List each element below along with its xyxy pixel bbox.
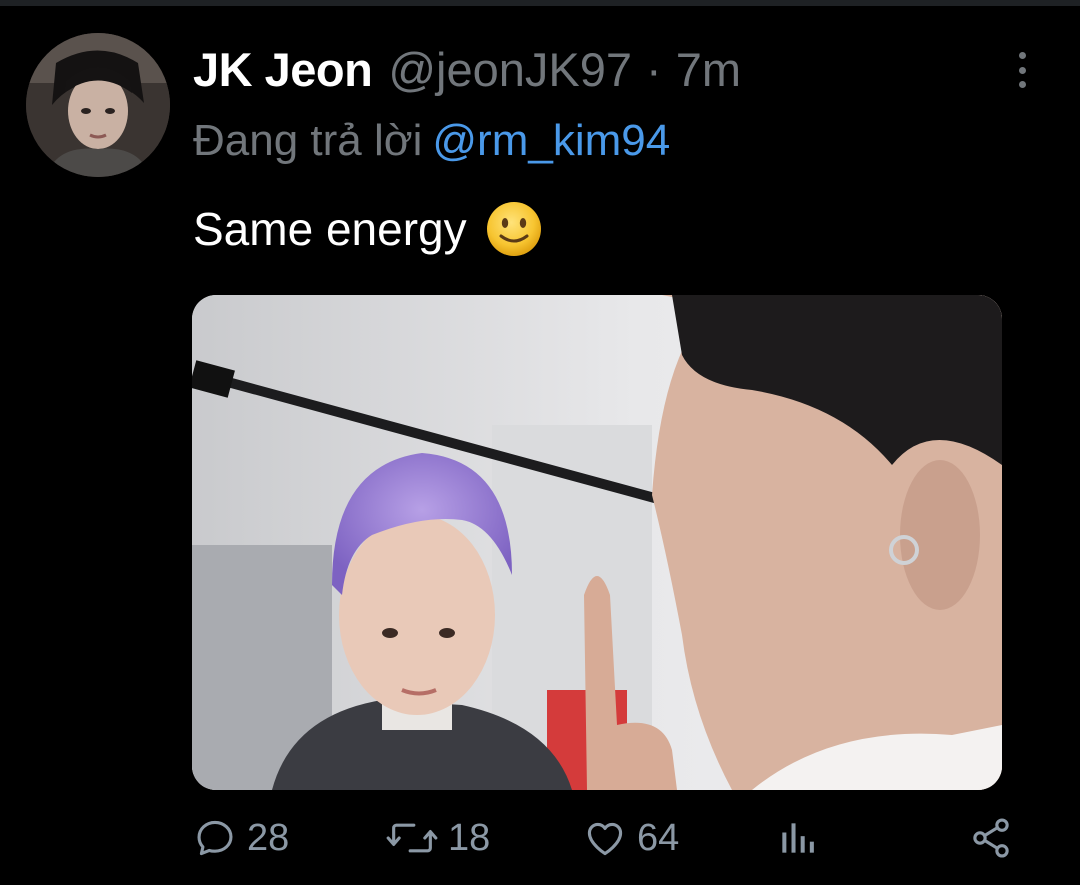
like-button[interactable]: 64 xyxy=(583,812,679,864)
more-options-button[interactable] xyxy=(1006,50,1038,90)
avatar-image xyxy=(26,33,170,177)
share-button[interactable] xyxy=(969,812,1013,864)
heart-icon xyxy=(587,822,623,856)
user-handle[interactable]: @jeonJK97 xyxy=(388,42,632,97)
photo xyxy=(192,295,1002,790)
retweet-icon xyxy=(386,823,438,853)
views-icon xyxy=(782,823,814,853)
tweet-body: Same energy xyxy=(193,203,467,255)
tweet-header: JK Jeon @jeonJK97 · 7m xyxy=(193,42,741,102)
reply-count: 28 xyxy=(247,816,290,859)
more-vertical-icon xyxy=(1018,52,1026,59)
reply-context: Đang trả lời @rm_kim94 xyxy=(193,116,670,166)
retweet-button[interactable]: 18 xyxy=(386,812,490,864)
top-divider xyxy=(0,0,1080,6)
share-icon xyxy=(973,818,1009,858)
slightly-smiling-face-icon xyxy=(486,202,541,256)
tweet-actions: 28 18 64 xyxy=(193,812,1023,864)
reply-button[interactable]: 28 xyxy=(193,812,289,864)
avatar[interactable] xyxy=(26,33,170,177)
display-name[interactable]: JK Jeon xyxy=(193,42,373,97)
reply-mention-link[interactable]: @rm_kim94 xyxy=(432,116,670,165)
reply-prefix: Đang trả lời xyxy=(193,116,423,165)
tweet-media-image[interactable] xyxy=(192,295,1002,790)
reply-icon xyxy=(197,820,233,856)
tweet-text: Same energy xyxy=(193,200,543,258)
retweet-count: 18 xyxy=(448,816,491,859)
views-button[interactable] xyxy=(777,812,817,864)
like-count: 64 xyxy=(637,816,680,859)
separator-dot: · xyxy=(646,43,662,96)
timestamp[interactable]: 7m xyxy=(676,42,741,97)
